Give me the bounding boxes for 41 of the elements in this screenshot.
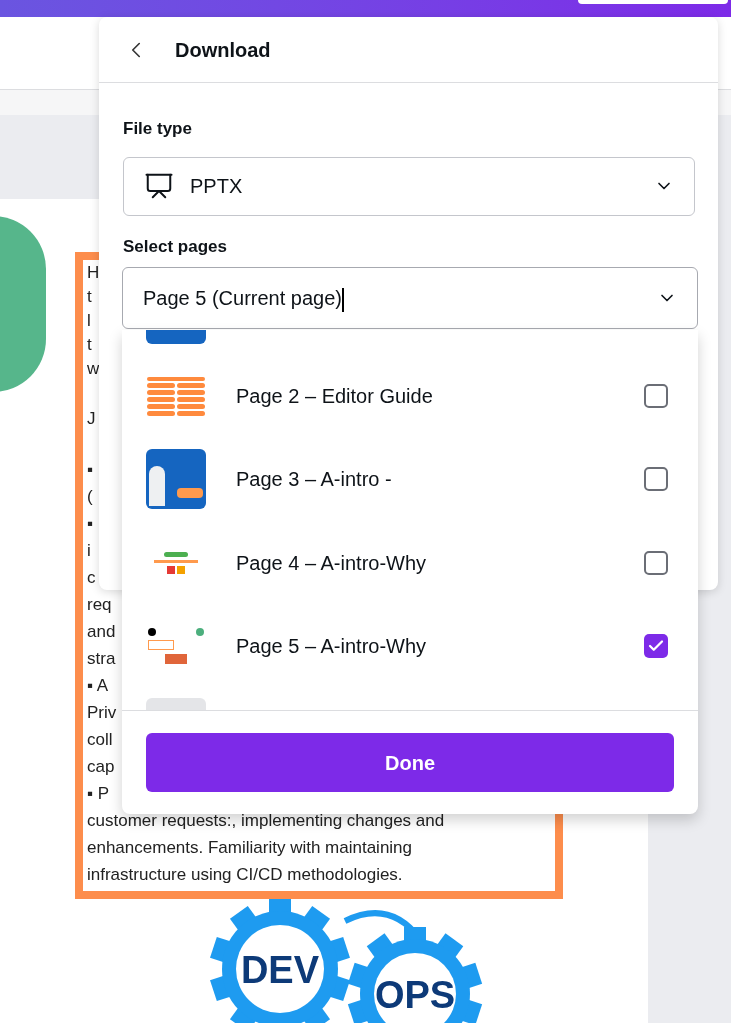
checkbox[interactable] <box>644 467 668 492</box>
document-text: l <box>87 310 91 332</box>
document-text: J <box>87 408 96 430</box>
checkbox[interactable] <box>644 550 668 575</box>
document-text: ▪ A <box>87 675 109 697</box>
page-thumbnail <box>146 449 206 510</box>
panel-title: Download <box>175 37 271 63</box>
document-text: t <box>87 334 92 356</box>
document-text: H <box>87 262 100 284</box>
document-text: enhancements. Familiarity with maintaining <box>87 837 413 859</box>
document-text: customer requests:, implementing changes and <box>87 810 445 832</box>
document-text: i <box>87 540 91 562</box>
select-pages-field[interactable]: Page 5 (Current page) <box>122 267 698 329</box>
page-option[interactable]: Page 3 – A-intro - <box>146 448 674 511</box>
page-option[interactable]: Page 5 – A-intro-Why <box>146 614 674 677</box>
document-text: t <box>87 286 92 308</box>
document-text: coll <box>87 729 113 751</box>
document-text: c <box>87 567 96 589</box>
document-text: ▪ <box>87 513 94 535</box>
page-thumbnail <box>146 330 206 344</box>
page-option[interactable]: Page 4 – A-intro-Why <box>146 531 674 594</box>
document-text: ▪ <box>87 459 94 481</box>
document-text: ( <box>87 486 93 508</box>
field-label: Select pages <box>123 235 227 258</box>
document-text: ▪ P <box>87 783 110 805</box>
document-text: Priv <box>87 702 117 724</box>
file-type-dropdown[interactable]: PPTX <box>123 156 695 216</box>
gear-drawing: OPS <box>347 927 483 1023</box>
field-label: File type <box>123 118 192 140</box>
done-button[interactable]: Done <box>146 733 674 792</box>
gear-drawing: DEV <box>210 899 350 1023</box>
document-text: w <box>87 358 100 380</box>
document-text: infrastructure using CI/CD methodologies. <box>87 864 403 886</box>
page-option[interactable]: Page 2 – Editor Guide <box>146 365 674 428</box>
document-text: req <box>87 594 112 616</box>
document-text: cap <box>87 756 115 778</box>
document-text: and <box>87 621 116 643</box>
checkbox[interactable] <box>644 384 668 409</box>
document-text: stra <box>87 648 116 670</box>
checkbox[interactable] <box>644 633 668 658</box>
presentation-icon <box>144 171 174 201</box>
